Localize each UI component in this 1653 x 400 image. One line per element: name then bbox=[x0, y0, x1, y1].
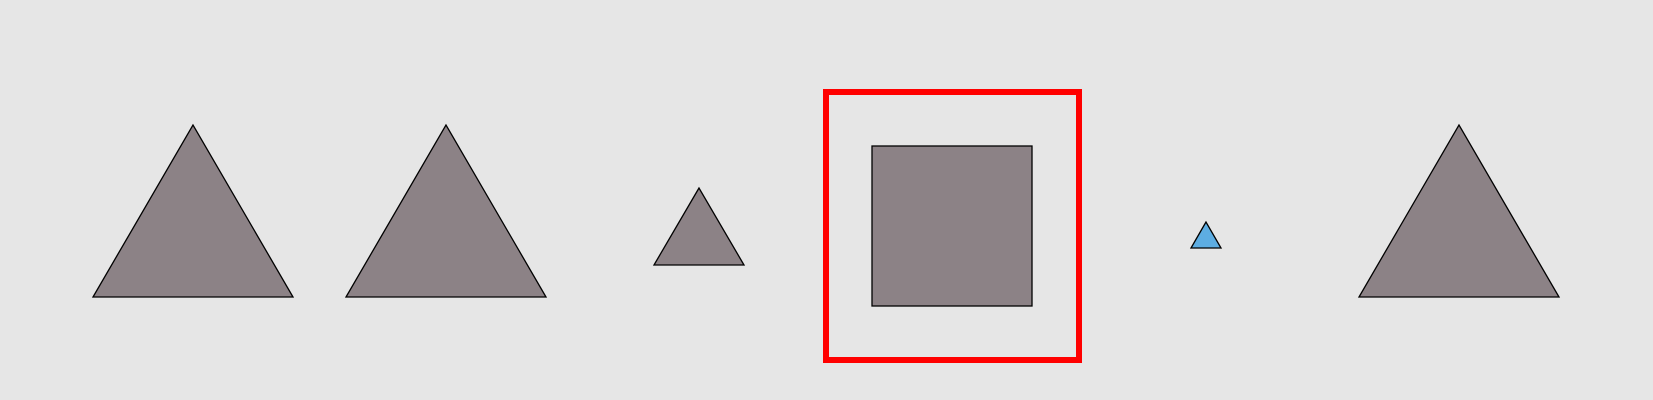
shape-scene bbox=[0, 0, 1653, 400]
square-shape-4 bbox=[871, 145, 1033, 307]
shape-canvas bbox=[0, 0, 1653, 400]
